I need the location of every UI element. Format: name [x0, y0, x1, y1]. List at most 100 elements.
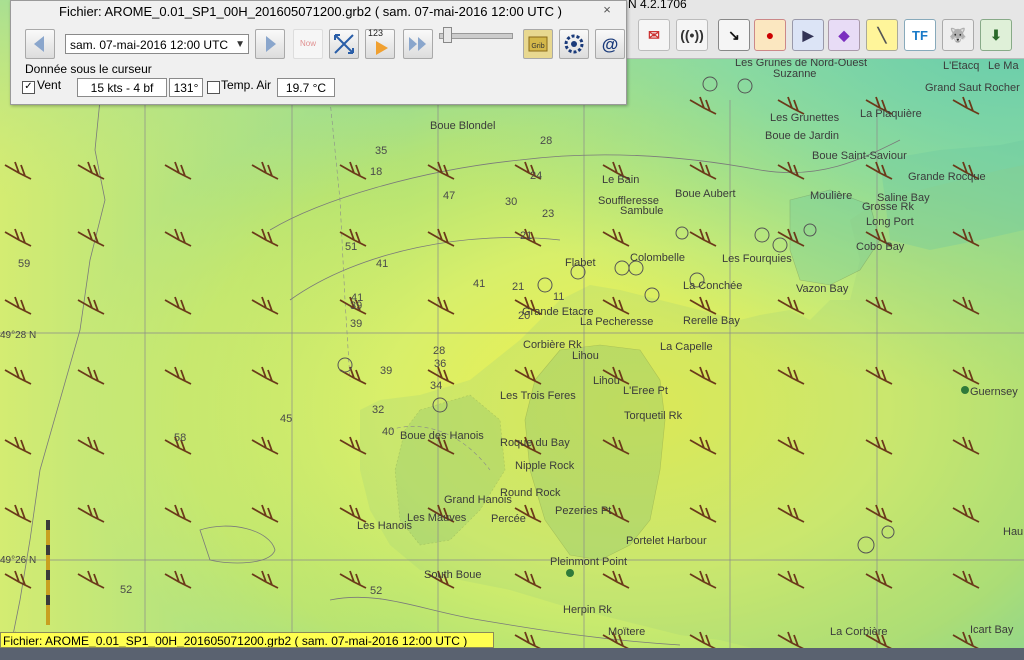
cursor-data-row: ✓ Vent 15 kts - 4 bf 131° Temp. Air 19.7…: [21, 76, 621, 98]
place-label: Grosse Rk: [862, 201, 914, 213]
depth-sounding: 30: [505, 196, 518, 208]
temp-air-checkbox[interactable]: [207, 81, 220, 94]
next-button[interactable]: [255, 29, 285, 59]
route-arrow-icon[interactable]: ↘: [718, 19, 750, 51]
place-label: South Boue: [424, 569, 482, 581]
latitude-label: 49°28 N: [0, 330, 37, 341]
gps-antenna-icon[interactable]: ((•)): [676, 19, 708, 51]
place-label: La Conchée: [683, 280, 743, 292]
depth-sounding: 40: [382, 426, 395, 438]
now-button[interactable]: Now: [293, 29, 323, 59]
wind-speed-field: 15 kts - 4 bf: [77, 78, 167, 97]
place-label: Moïtere: [608, 626, 646, 638]
zoom-to-extent-button[interactable]: [329, 29, 359, 59]
place-label: Grand Hanois: [444, 494, 512, 506]
email-button[interactable]: @: [595, 29, 625, 59]
temp-air-field: 19.7 °C: [277, 78, 335, 97]
place-label: L'Eree Pt: [623, 385, 668, 397]
depth-sounding: 41: [376, 258, 389, 270]
app-version-title: N 4.2.1706: [628, 0, 687, 11]
depth-sounding: 39: [380, 365, 393, 377]
wind-label: Vent: [37, 78, 62, 92]
main-toolbar: N 4.2.1706 ✉ ((•)) ↘ ● ▶ ◆ ╲ TF 🐺 ⬇: [626, 0, 1024, 59]
step-button[interactable]: 123: [365, 28, 395, 59]
place-label: Long Port: [866, 216, 914, 228]
depth-sounding: 41: [473, 278, 486, 290]
depth-sounding: 59: [18, 258, 31, 270]
now-label: Now: [299, 39, 316, 48]
depth-sounding: 36: [434, 358, 447, 370]
depth-sounding: 52: [370, 585, 383, 597]
place-label: Torquetil Rk: [624, 410, 683, 422]
grib-settings-button[interactable]: Grib: [523, 29, 553, 59]
latitude-label: 49°26 N: [0, 555, 37, 566]
place-label: Rerelle Bay: [683, 315, 740, 327]
place-label: La Plaquière: [860, 108, 922, 120]
place-label: Les Mauves: [407, 512, 467, 524]
grib-file-icon: Grib: [528, 36, 548, 52]
close-button[interactable]: ×: [596, 2, 618, 18]
depth-sounding: 21: [520, 230, 533, 242]
depth-sounding: 28: [540, 135, 553, 147]
depth-sounding: 52: [120, 584, 133, 596]
place-label: La Pecheresse: [580, 316, 654, 328]
weather-fax-icon[interactable]: ✉: [638, 19, 670, 51]
place-label: Lihou: [572, 350, 599, 362]
time-select[interactable]: sam. 07-mai-2016 12:00 UTC ▼: [65, 34, 249, 54]
depth-sounding: 58: [174, 432, 187, 444]
place-label: Les Hanois: [357, 520, 413, 532]
place-label: Grande Rocque: [908, 171, 986, 183]
time-slider-thumb[interactable]: [443, 27, 452, 43]
place-label: Sambule: [620, 205, 664, 217]
place-label: Nipple Rock: [515, 460, 575, 472]
place-label: Boue des Hanois: [400, 430, 484, 442]
depth-sounding: 39: [350, 300, 363, 312]
download-icon[interactable]: ⬇: [980, 19, 1012, 51]
place-label: Guernsey: [970, 386, 1018, 398]
place-label: Colombelle: [630, 252, 686, 264]
place-label: Lihou: [593, 375, 620, 387]
waypoint-purple-icon[interactable]: ◆: [828, 19, 860, 51]
more-icon[interactable]: [1018, 19, 1024, 49]
cursor-data-label: Donnée sous le curseur: [25, 62, 152, 76]
zoom-extent-icon: [334, 34, 354, 54]
status-bar: Fichier: AROME_0.01_SP1_00H_201605071200…: [0, 632, 494, 648]
place-label: La Capelle: [660, 341, 713, 353]
dialog-titlebar[interactable]: Fichier: AROME_0.01_SP1_00H_201605071200…: [11, 1, 626, 23]
place-label: Pleinmont Point: [550, 556, 628, 568]
place-label: Pezeries Pt: [555, 505, 612, 517]
place-label: Cobo Bay: [856, 241, 905, 253]
dog-icon[interactable]: 🐺: [942, 19, 974, 51]
place-label: Boue Saint-Saviour: [812, 150, 907, 162]
depth-sounding: 21: [512, 281, 525, 293]
fast-forward-icon: [409, 37, 426, 51]
place-label: Boue Aubert: [675, 188, 736, 200]
grib-globe-icon[interactable]: ●: [754, 19, 786, 51]
measure-ruler-icon[interactable]: ╲: [866, 19, 898, 51]
place-label: Le Ma: [988, 60, 1019, 72]
settings-button[interactable]: [559, 29, 589, 59]
place-label: Percée: [491, 513, 526, 525]
place-label: Vazon Bay: [796, 283, 849, 295]
wind-direction-field: 131°: [169, 78, 203, 97]
wind-checkbox[interactable]: ✓: [22, 81, 35, 94]
place-label: Icart Bay: [970, 624, 1014, 636]
depth-sounding: 35: [375, 145, 388, 157]
depth-sounding: 28: [433, 345, 446, 357]
svg-text:Grib: Grib: [531, 43, 544, 50]
fast-forward-button[interactable]: [403, 29, 433, 59]
chevron-left-icon: [34, 36, 44, 52]
play-orange-icon: [376, 41, 388, 55]
place-label: La Corbière: [830, 626, 888, 638]
track-icon[interactable]: ▶: [792, 19, 824, 51]
place-label: L'Etacq: [943, 60, 980, 72]
previous-button[interactable]: [25, 29, 55, 59]
place-label: Les Grunettes: [770, 112, 840, 124]
at-sign-icon: @: [602, 35, 619, 54]
place-label: Les Fourquies: [722, 253, 792, 265]
depth-sounding: 11: [553, 291, 565, 303]
depth-sounding: 34: [430, 380, 443, 392]
depth-sounding: 51: [345, 241, 358, 253]
place-label: Moulière: [810, 190, 853, 202]
tide-font-icon[interactable]: TF: [904, 19, 936, 51]
